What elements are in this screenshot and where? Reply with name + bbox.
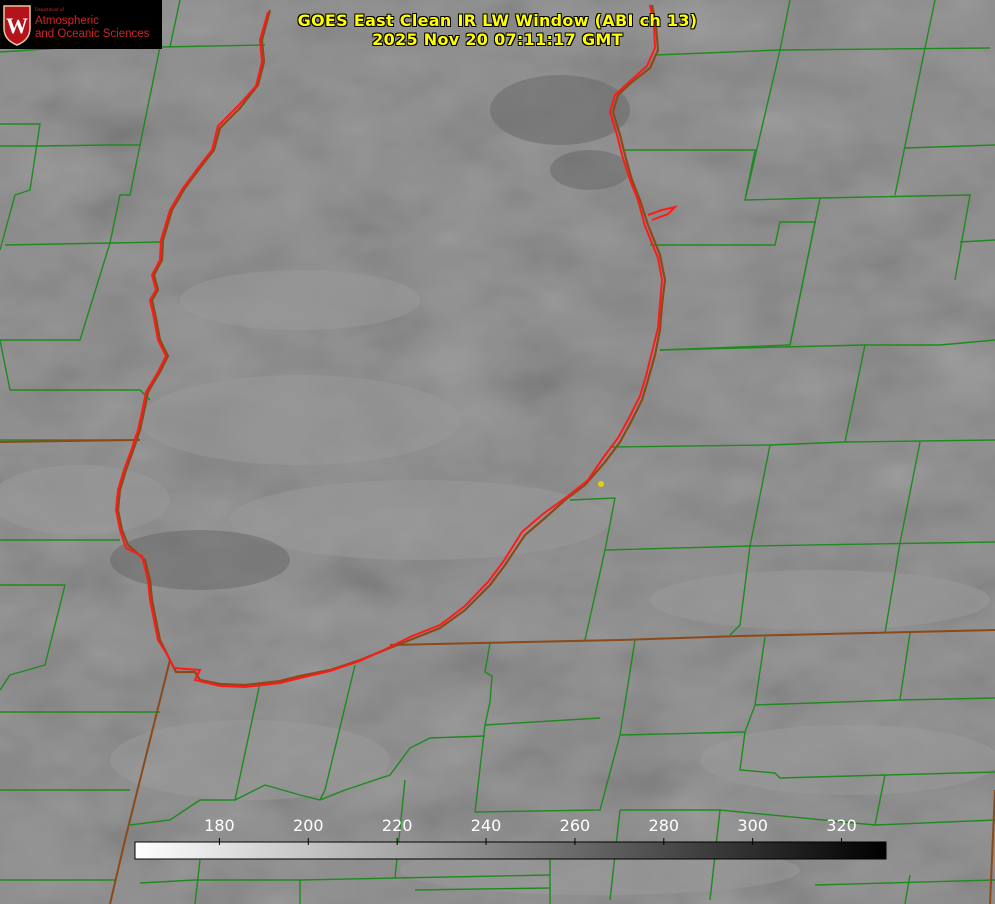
colorbar-tick-label: 220 [382,816,413,835]
station-marker [598,481,604,487]
logo-line-oceanic: and Oceanic Sciences [35,28,150,40]
colorbar-tick-label: 320 [826,816,857,835]
colorbar-tick-label: 300 [737,816,768,835]
colorbar-tick-label: 200 [293,816,324,835]
colorbar [134,841,887,860]
satellite-map: 180 200 220 240 260 280 300 320 [0,0,995,904]
logo-line-atmospheric: Atmospheric [35,15,99,27]
uw-crest-icon: W [3,5,31,46]
colorbar-tick-label: 240 [471,816,502,835]
colorbar-tick-label: 180 [204,816,235,835]
aos-logo: W Department of Atmospheric and Oceanic … [0,0,162,49]
crest-letter: W [6,13,28,38]
logo-department: Department of [35,8,65,13]
colorbar-tick-label: 260 [560,816,591,835]
colorbar-tick-label: 280 [649,816,680,835]
